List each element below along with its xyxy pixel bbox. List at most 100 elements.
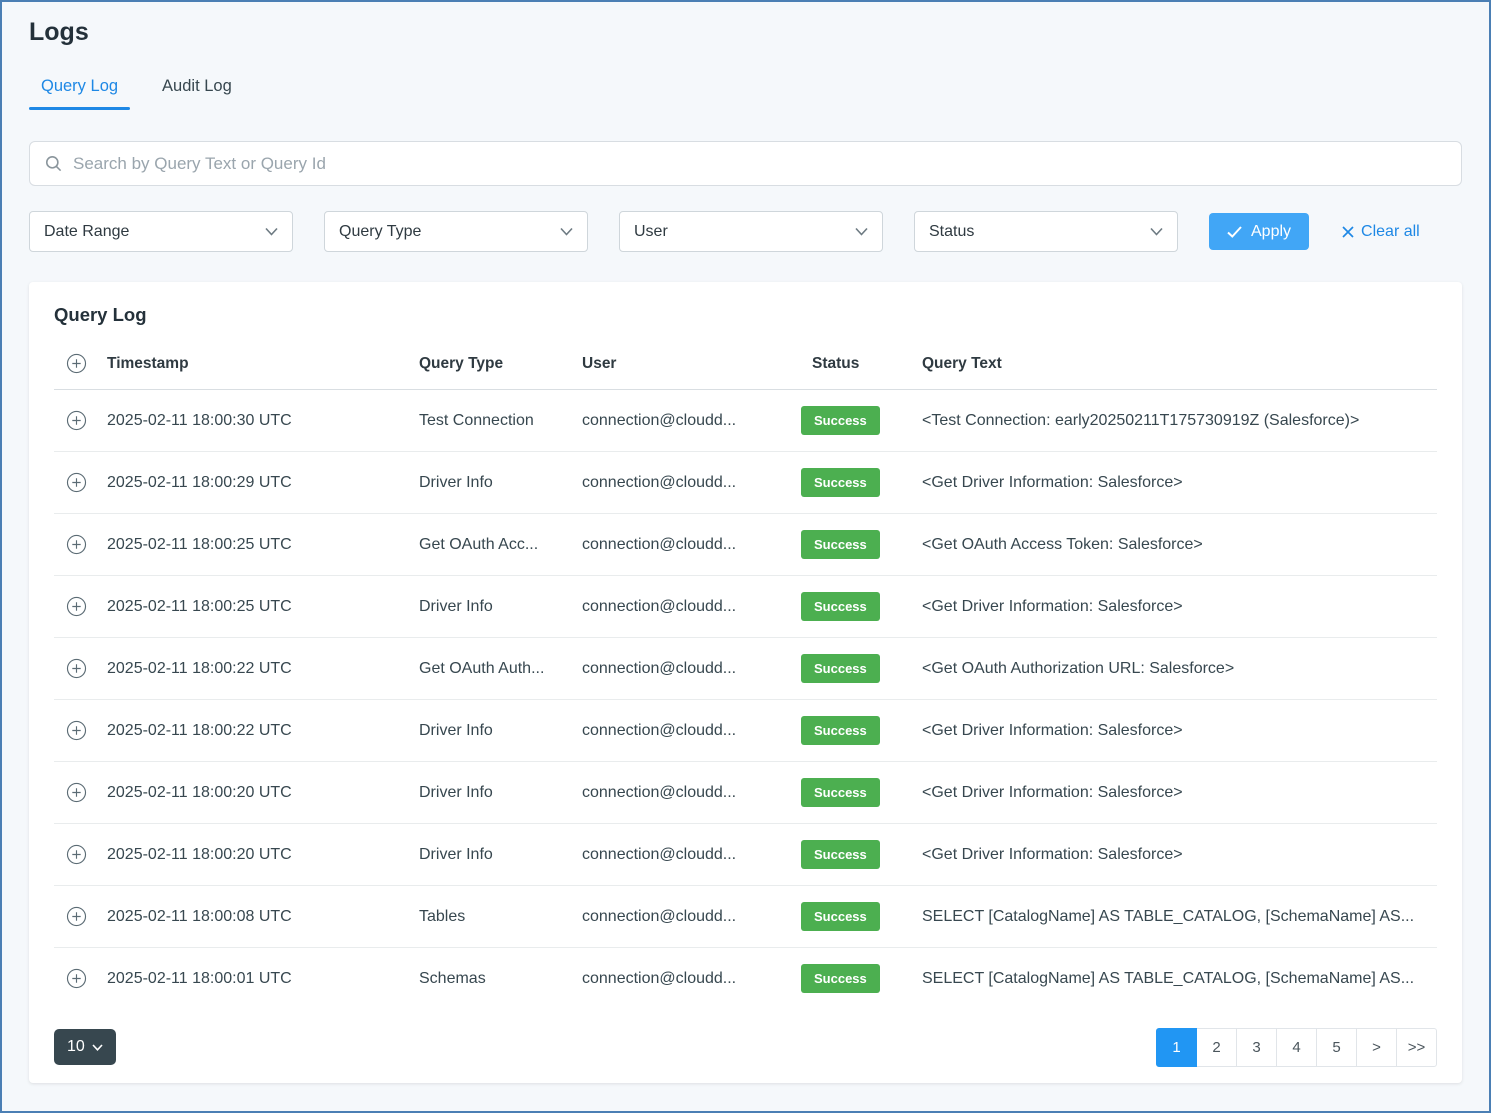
tab-query-log[interactable]: Query Log	[29, 71, 130, 110]
cell-user: connection@cloudd...	[582, 452, 801, 514]
last-page-button[interactable]: >>	[1396, 1028, 1437, 1067]
status-badge: Success	[801, 406, 880, 435]
cell-user: connection@cloudd...	[582, 638, 801, 700]
cell-query-text: SELECT [CatalogName] AS TABLE_CATALOG, […	[922, 886, 1437, 948]
expand-row-icon[interactable]	[66, 844, 87, 865]
cell-query-type: Driver Info	[419, 452, 582, 514]
table-row: 2025-02-11 18:00:20 UTCDriver Infoconnec…	[54, 762, 1437, 824]
cell-query-text: <Get OAuth Access Token: Salesforce>	[922, 514, 1437, 576]
page-size-select[interactable]: 10	[54, 1029, 116, 1065]
table-row: 2025-02-11 18:00:25 UTCGet OAuth Acc...c…	[54, 514, 1437, 576]
page-button-5[interactable]: 5	[1316, 1028, 1357, 1067]
table-row: 2025-02-11 18:00:22 UTCGet OAuth Auth...…	[54, 638, 1437, 700]
logs-page: Logs Query Log Audit Log Date Range Quer…	[0, 0, 1491, 1113]
clear-all-button[interactable]: Clear all	[1342, 223, 1420, 241]
column-header-query-type: Query Type	[419, 338, 582, 390]
page-button-3[interactable]: 3	[1236, 1028, 1277, 1067]
cell-user: connection@cloudd...	[582, 948, 801, 1010]
user-dropdown[interactable]: User	[619, 211, 883, 252]
expand-all-icon[interactable]	[66, 353, 87, 374]
cell-query-text: SELECT [CatalogName] AS TABLE_CATALOG, […	[922, 948, 1437, 1010]
cell-user: connection@cloudd...	[582, 514, 801, 576]
expand-row-icon[interactable]	[66, 410, 87, 431]
cell-user: connection@cloudd...	[582, 824, 801, 886]
table-row: 2025-02-11 18:00:25 UTCDriver Infoconnec…	[54, 576, 1437, 638]
cell-query-text: <Get Driver Information: Salesforce>	[922, 452, 1437, 514]
check-icon	[1227, 226, 1242, 238]
cell-query-text: <Get Driver Information: Salesforce>	[922, 576, 1437, 638]
tab-bar: Query Log Audit Log	[29, 71, 1462, 110]
status-badge: Success	[801, 902, 880, 931]
table-row: 2025-02-11 18:00:22 UTCDriver Infoconnec…	[54, 700, 1437, 762]
cell-timestamp: 2025-02-11 18:00:08 UTC	[107, 886, 419, 948]
status-badge: Success	[801, 778, 880, 807]
cell-timestamp: 2025-02-11 18:00:01 UTC	[107, 948, 419, 1010]
user-label: User	[634, 223, 668, 241]
page-button-4[interactable]: 4	[1276, 1028, 1317, 1067]
chevron-down-icon	[560, 223, 573, 241]
expand-row-icon[interactable]	[66, 658, 87, 679]
query-log-table: Timestamp Query Type User Status Query T…	[54, 338, 1437, 1010]
pagination: 12345>>>	[1156, 1028, 1437, 1067]
cell-timestamp: 2025-02-11 18:00:20 UTC	[107, 824, 419, 886]
column-header-timestamp: Timestamp	[107, 338, 419, 390]
search-bar	[29, 141, 1462, 186]
status-badge: Success	[801, 840, 880, 869]
cell-user: connection@cloudd...	[582, 886, 801, 948]
cell-query-type: Driver Info	[419, 576, 582, 638]
expand-row-icon[interactable]	[66, 968, 87, 989]
cell-timestamp: 2025-02-11 18:00:25 UTC	[107, 514, 419, 576]
status-dropdown[interactable]: Status	[914, 211, 1178, 252]
apply-button[interactable]: Apply	[1209, 213, 1309, 250]
expand-row-icon[interactable]	[66, 906, 87, 927]
page-button-2[interactable]: 2	[1196, 1028, 1237, 1067]
cell-query-text: <Get Driver Information: Salesforce>	[922, 824, 1437, 886]
cell-user: connection@cloudd...	[582, 700, 801, 762]
cell-query-type: Test Connection	[419, 390, 582, 452]
cell-user: connection@cloudd...	[582, 576, 801, 638]
cell-query-text: <Get Driver Information: Salesforce>	[922, 762, 1437, 824]
next-page-button[interactable]: >	[1356, 1028, 1397, 1067]
cell-query-text: <Get Driver Information: Salesforce>	[922, 700, 1437, 762]
column-header-status: Status	[801, 338, 922, 390]
expand-row-icon[interactable]	[66, 534, 87, 555]
tab-audit-log[interactable]: Audit Log	[150, 71, 244, 110]
expand-row-icon[interactable]	[66, 782, 87, 803]
cell-user: connection@cloudd...	[582, 390, 801, 452]
cell-user: connection@cloudd...	[582, 762, 801, 824]
table-row: 2025-02-11 18:00:20 UTCDriver Infoconnec…	[54, 824, 1437, 886]
search-input[interactable]	[73, 154, 1447, 174]
column-header-user: User	[582, 338, 801, 390]
status-badge: Success	[801, 716, 880, 745]
clear-all-label: Clear all	[1361, 223, 1420, 241]
cell-query-type: Get OAuth Auth...	[419, 638, 582, 700]
cell-query-type: Tables	[419, 886, 582, 948]
expand-row-icon[interactable]	[66, 596, 87, 617]
chevron-down-icon	[265, 223, 278, 241]
column-header-query-text: Query Text	[922, 338, 1437, 390]
cell-query-type: Driver Info	[419, 824, 582, 886]
table-row: 2025-02-11 18:00:30 UTCTest Connectionco…	[54, 390, 1437, 452]
cell-timestamp: 2025-02-11 18:00:22 UTC	[107, 638, 419, 700]
query-type-dropdown[interactable]: Query Type	[324, 211, 588, 252]
apply-label: Apply	[1251, 223, 1291, 241]
expand-row-icon[interactable]	[66, 472, 87, 493]
table-footer: 10 12345>>>	[54, 1028, 1437, 1067]
cell-query-text: <Get OAuth Authorization URL: Salesforce…	[922, 638, 1437, 700]
cell-timestamp: 2025-02-11 18:00:29 UTC	[107, 452, 419, 514]
cell-query-type: Driver Info	[419, 762, 582, 824]
expand-row-icon[interactable]	[66, 720, 87, 741]
page-button-1[interactable]: 1	[1156, 1028, 1197, 1067]
chevron-down-icon	[92, 1044, 103, 1051]
filter-bar: Date Range Query Type User Status Apply …	[29, 211, 1462, 252]
status-badge: Success	[801, 468, 880, 497]
query-type-label: Query Type	[339, 223, 421, 241]
table-body: 2025-02-11 18:00:30 UTCTest Connectionco…	[54, 390, 1437, 1010]
date-range-dropdown[interactable]: Date Range	[29, 211, 293, 252]
table-row: 2025-02-11 18:00:01 UTCSchemasconnection…	[54, 948, 1437, 1010]
table-row: 2025-02-11 18:00:29 UTCDriver Infoconnec…	[54, 452, 1437, 514]
close-icon	[1342, 226, 1354, 238]
card-title: Query Log	[54, 304, 1437, 326]
cell-query-text: <Test Connection: early20250211T17573091…	[922, 390, 1437, 452]
table-row: 2025-02-11 18:00:08 UTCTablesconnection@…	[54, 886, 1437, 948]
